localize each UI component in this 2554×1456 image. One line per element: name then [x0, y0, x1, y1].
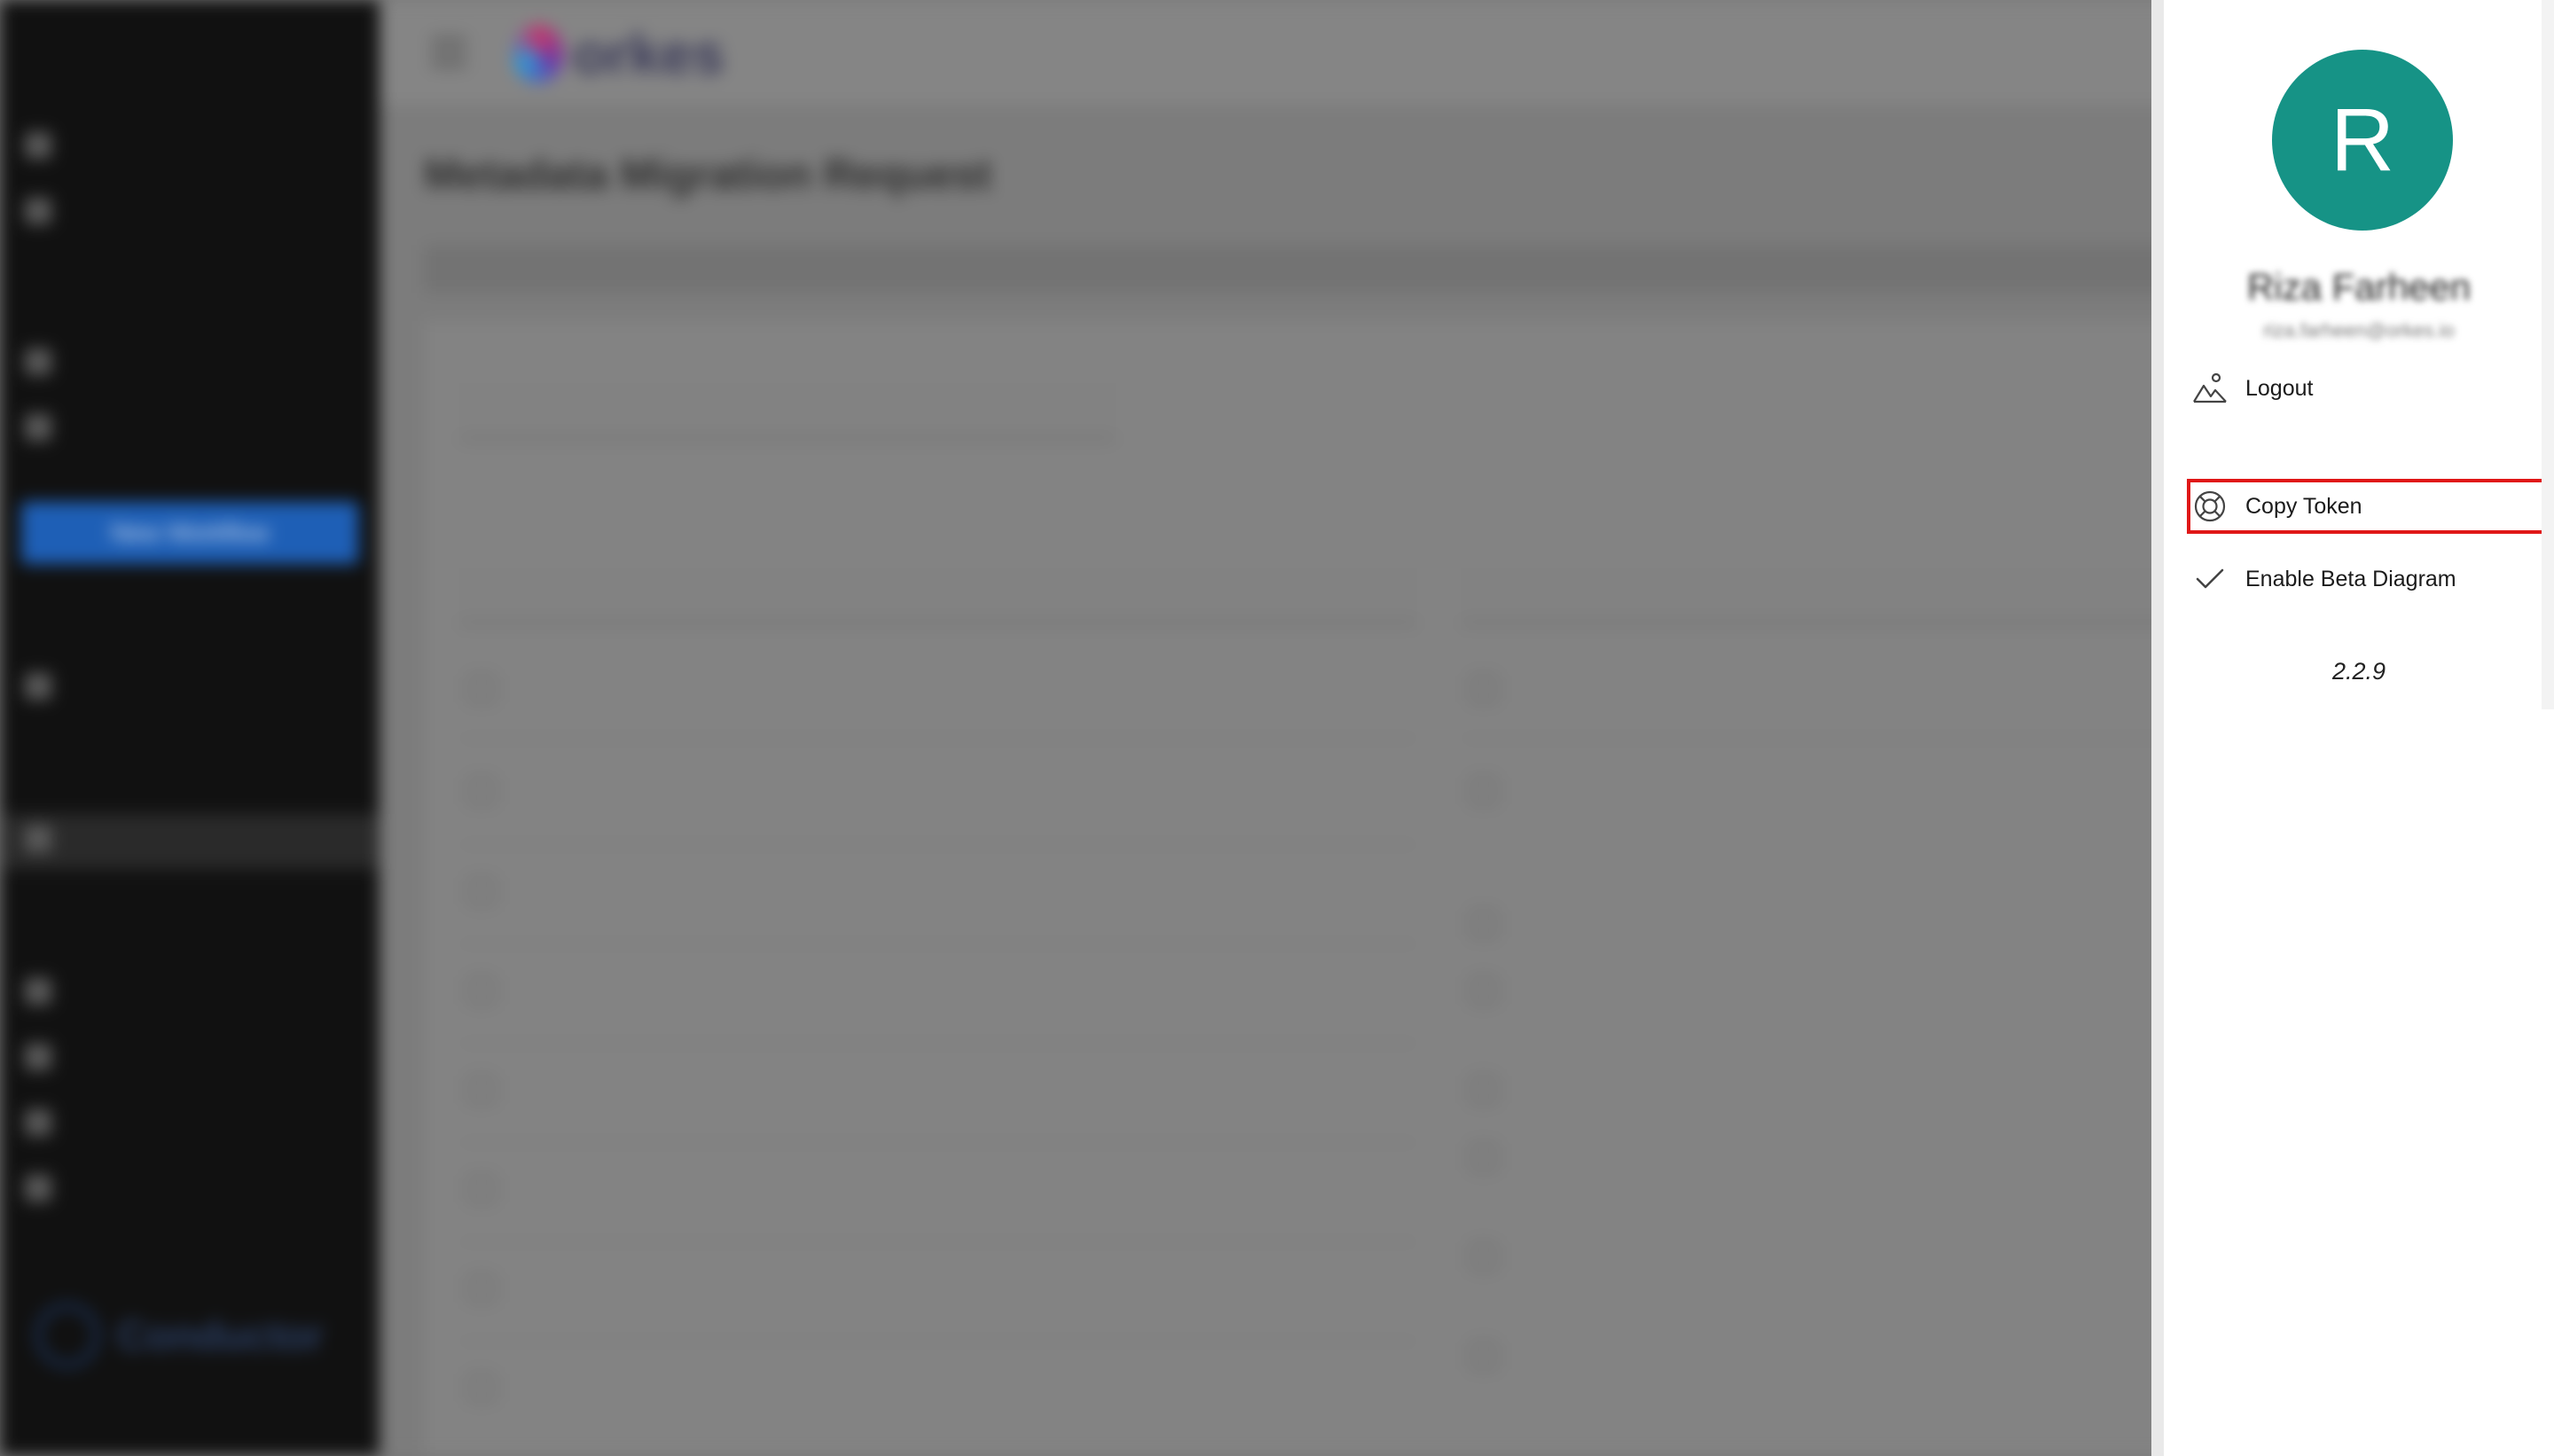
- list-item-checkbox[interactable]: [1470, 1076, 1497, 1103]
- column-label: [459, 530, 466, 555]
- field-label: [459, 476, 466, 501]
- conductor-logo-text: Conductor: [117, 1312, 324, 1358]
- sidebar-item[interactable]: [25, 1108, 81, 1136]
- sidebar-section-header: [27, 768, 33, 788]
- hamburger-menu-icon[interactable]: [431, 37, 466, 67]
- conductor-logo-icon: [35, 1303, 99, 1367]
- copy-token-label: Copy Token: [2245, 493, 2362, 519]
- check-icon: [2190, 560, 2229, 599]
- conductor-logo: Conductor: [35, 1303, 324, 1367]
- list-item-checkbox[interactable]: [468, 1076, 495, 1103]
- enable-beta-diagram-menu-item[interactable]: Enable Beta Diagram: [2173, 552, 2543, 607]
- sidebar-item[interactable]: [25, 1043, 81, 1070]
- list-item-checkbox[interactable]: [1470, 977, 1497, 1004]
- sidebar-item[interactable]: [25, 413, 81, 441]
- avatar: R: [2272, 50, 2453, 231]
- copy-token-menu-item[interactable]: Copy Token: [2187, 479, 2550, 534]
- sidebar-item[interactable]: [25, 825, 81, 852]
- user-email: riza.farheen@orkes.io: [2263, 319, 2455, 341]
- logout-label: Logout: [2245, 375, 2314, 401]
- lifebuoy-icon: [2190, 487, 2229, 526]
- divider: [459, 1241, 1417, 1242]
- list-item-checkbox[interactable]: [468, 977, 495, 1004]
- app-version: 2.2.9: [2331, 658, 2386, 685]
- list-item-checkbox[interactable]: [468, 878, 495, 904]
- list-item-checkbox[interactable]: [1470, 911, 1497, 937]
- list-item-checkbox[interactable]: [1470, 778, 1497, 804]
- new-workflow-button[interactable]: New Workflow: [21, 502, 358, 564]
- divider: [459, 943, 1417, 944]
- sidebar-item[interactable]: [25, 977, 81, 1005]
- list-item-checkbox[interactable]: [1470, 1144, 1497, 1170]
- sidebar-item[interactable]: [25, 131, 81, 159]
- divider: [459, 1043, 1417, 1044]
- sidebar-item[interactable]: [25, 197, 81, 224]
- list-item-checkbox[interactable]: [1470, 1342, 1497, 1369]
- drawer-scroll-edge: [2542, 0, 2554, 709]
- logout-menu-item[interactable]: Logout: [2173, 361, 2543, 416]
- target-environment-select[interactable]: [459, 383, 1116, 440]
- show-selected-checkbox[interactable]: [468, 676, 495, 702]
- divider: [459, 844, 1417, 845]
- sidebar-item[interactable]: [25, 672, 81, 700]
- list-item-checkbox[interactable]: [468, 778, 495, 804]
- sidebar-section-header: [27, 614, 33, 634]
- divider: [459, 1341, 1417, 1342]
- sidebar-item[interactable]: [25, 348, 81, 375]
- sidebar-item[interactable]: [25, 1174, 81, 1202]
- column-label: [1461, 530, 1468, 555]
- divider: [459, 738, 1417, 739]
- list-item-checkbox[interactable]: [468, 1275, 495, 1302]
- mountain-person-icon: [2190, 369, 2229, 408]
- sidebar: New Workflow Conductor: [0, 0, 380, 1456]
- divider: [459, 1142, 1417, 1143]
- drawer-shadow-edge: [2151, 0, 2164, 1456]
- task-search-input[interactable]: [1461, 568, 2171, 624]
- enable-beta-diagram-label: Enable Beta Diagram: [2245, 566, 2456, 591]
- orkes-logo-text: orkes: [573, 22, 725, 86]
- app-root: New Workflow Conductor orkes Metadata Mi…: [0, 0, 2554, 1456]
- sidebar-section-header: [27, 922, 33, 943]
- user-menu-drawer: R Riza Farheen riza.farheen@orkes.io Log…: [2164, 0, 2554, 1456]
- orkes-logo-mark-icon: [513, 25, 564, 83]
- orkes-logo: orkes: [513, 21, 725, 87]
- user-name: Riza Farheen: [2246, 266, 2472, 308]
- list-item-checkbox[interactable]: [468, 1176, 495, 1202]
- show-selected-checkbox[interactable]: [1470, 676, 1497, 702]
- field-label: [459, 348, 466, 372]
- sidebar-section-header: [27, 293, 33, 313]
- workflow-search-input[interactable]: [459, 568, 1417, 624]
- page-title: Metadata Migration Request: [424, 152, 992, 199]
- divider: [1461, 738, 2171, 739]
- sidebar-section-header: [27, 76, 67, 97]
- list-item-checkbox[interactable]: [468, 1374, 495, 1401]
- list-item-checkbox[interactable]: [1470, 1243, 1497, 1270]
